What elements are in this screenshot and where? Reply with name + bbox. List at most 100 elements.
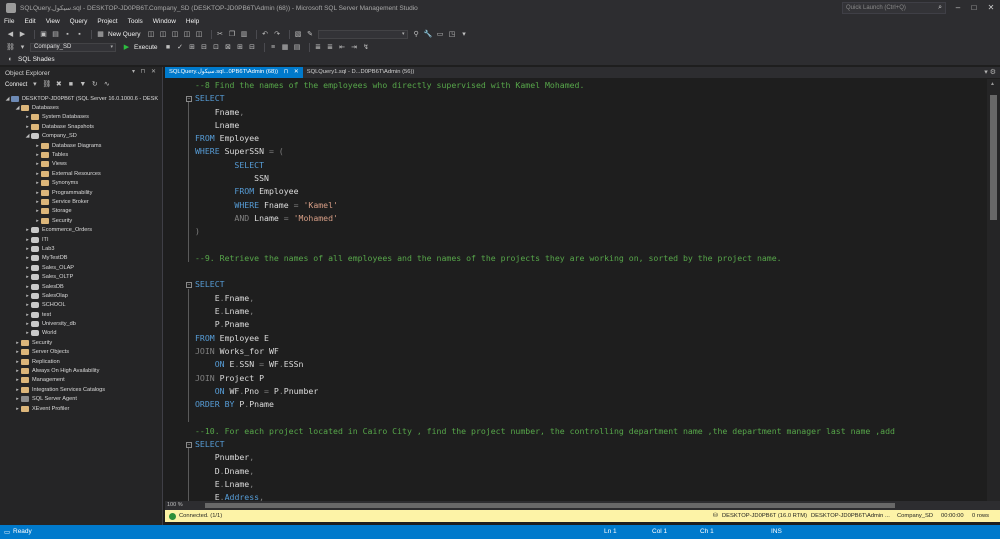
toolbox-icon[interactable]: ▭ — [436, 30, 445, 39]
object-explorer-icon[interactable]: ◳ — [448, 30, 457, 39]
tree-node[interactable]: ▸ System Databases — [0, 113, 162, 122]
code-line[interactable]: ORDER BY P.Pname — [195, 398, 985, 411]
expand-arrow-icon[interactable]: ▸ — [24, 321, 31, 327]
paste-icon[interactable]: ▥ — [240, 30, 249, 39]
properties-icon[interactable]: 🔧 — [424, 30, 433, 39]
tree-node[interactable]: ▸ Views — [0, 160, 162, 169]
collapse-arrow-icon[interactable]: ◢ — [24, 133, 31, 139]
tree-node[interactable]: ▸ XEvent Profiler — [0, 404, 162, 413]
code-line[interactable]: P.Pname — [195, 318, 985, 331]
tree-node[interactable]: ▸ Sales_OLAP — [0, 263, 162, 272]
stop-icon[interactable]: ■ — [66, 80, 75, 89]
expand-arrow-icon[interactable]: ▸ — [14, 368, 21, 374]
connect-icon[interactable]: ⛓ — [6, 43, 15, 52]
code-line[interactable] — [195, 411, 985, 424]
collapse-arrow-icon[interactable]: ◢ — [14, 105, 21, 111]
menu-query[interactable]: Query — [70, 18, 88, 25]
code-line[interactable]: SELECT — [195, 438, 985, 451]
expand-arrow-icon[interactable]: ▸ — [14, 340, 21, 346]
tree-node[interactable]: ▸ SalesOlap — [0, 291, 162, 300]
expand-arrow-icon[interactable]: ▸ — [34, 171, 41, 177]
tree-node[interactable]: ▸ Server Objects — [0, 348, 162, 357]
tree-node[interactable]: ▸ Sales_OLTP — [0, 272, 162, 281]
tree-node[interactable]: ▸ Replication — [0, 357, 162, 366]
menu-tools[interactable]: Tools — [128, 18, 143, 25]
results-to-grid-icon[interactable]: ▦ — [281, 43, 290, 52]
live-query-stats-icon[interactable]: ⊞ — [236, 43, 245, 52]
expand-arrow-icon[interactable]: ▸ — [24, 302, 31, 308]
code-line[interactable]: ) — [195, 225, 985, 238]
code-line[interactable]: E.Lname, — [195, 305, 985, 318]
expand-arrow-icon[interactable]: ▸ — [14, 387, 21, 393]
code-line[interactable]: E.Lname, — [195, 478, 985, 491]
close-button[interactable]: ✕ — [983, 2, 999, 14]
expand-arrow-icon[interactable]: ▸ — [24, 237, 31, 243]
expand-arrow-icon[interactable]: ▸ — [34, 218, 41, 224]
tree-node[interactable]: ▸ test — [0, 310, 162, 319]
zoom-level[interactable]: 100 % — [167, 502, 183, 508]
tree-node[interactable]: ▸ Lab3 — [0, 244, 162, 253]
editor-vertical-scrollbar[interactable]: ▲ — [987, 79, 1000, 501]
tree-node[interactable]: ▸ Database Diagrams — [0, 141, 162, 150]
include-actual-plan-icon[interactable]: ⊠ — [224, 43, 233, 52]
tree-node[interactable]: ▸ Storage — [0, 207, 162, 216]
expand-arrow-icon[interactable]: ▸ — [24, 255, 31, 261]
menu-window[interactable]: Window — [153, 18, 176, 25]
back-icon[interactable]: ◀ — [6, 30, 15, 39]
expand-arrow-icon[interactable]: ▸ — [14, 349, 21, 355]
expand-arrow-icon[interactable]: ▸ — [24, 124, 31, 130]
expand-arrow-icon[interactable]: ▸ — [34, 143, 41, 149]
code-line[interactable]: SELECT — [195, 92, 985, 105]
expand-arrow-icon[interactable]: ▸ — [24, 246, 31, 252]
code-line[interactable]: FROM Employee E — [195, 332, 985, 345]
uncomment-icon[interactable]: ≣ — [326, 43, 335, 52]
tree-node[interactable]: ◢ DESKTOP-JD0PB6T (SQL Server 16.0.1000.6… — [0, 94, 162, 103]
cut-icon[interactable]: ✂ — [216, 30, 225, 39]
results-to-text-icon[interactable]: ≡ — [269, 43, 278, 52]
solution-explorer-icon[interactable]: ✎ — [306, 30, 315, 39]
connect-object-explorer-icon[interactable]: ⛓ — [42, 80, 51, 89]
comment-out-icon[interactable]: ≣ — [314, 43, 323, 52]
expand-arrow-icon[interactable]: ▸ — [24, 284, 31, 290]
database-engine-query-icon[interactable]: ◫ — [147, 30, 156, 39]
expand-arrow-icon[interactable]: ▸ — [14, 377, 21, 383]
query-designer-icon[interactable]: ⊟ — [200, 43, 209, 52]
code-line[interactable]: WHERE SuperSSN = ( — [195, 145, 985, 158]
code-line[interactable]: SELECT — [195, 278, 985, 291]
expand-arrow-icon[interactable]: ▸ — [24, 114, 31, 120]
code-line[interactable]: Lname — [195, 119, 985, 132]
menu-help[interactable]: Help — [186, 18, 199, 25]
scroll-up-icon[interactable]: ▲ — [990, 81, 995, 87]
expand-arrow-icon[interactable]: ▸ — [34, 152, 41, 158]
parse-check-icon[interactable]: ✓ — [176, 43, 185, 52]
save-icon[interactable]: ▪ — [63, 30, 72, 39]
open-file-icon[interactable]: ▤ — [51, 30, 60, 39]
expand-arrow-icon[interactable]: ▸ — [34, 161, 41, 167]
undo-icon[interactable]: ↶ — [261, 30, 270, 39]
dax-query-icon[interactable]: ◫ — [195, 30, 204, 39]
expand-arrow-icon[interactable]: ▸ — [24, 274, 31, 280]
tree-node[interactable]: ▸ SalesDB — [0, 282, 162, 291]
code-area[interactable]: --8 Find the names of the employees who … — [195, 79, 985, 501]
expand-arrow-icon[interactable]: ▸ — [24, 312, 31, 318]
decrease-indent-icon[interactable]: ⇤ — [338, 43, 347, 52]
horizontal-scroll-thumb[interactable] — [205, 503, 895, 508]
chevron-down-icon[interactable]: ▾ — [30, 80, 39, 89]
tree-node[interactable]: ▸ Security — [0, 216, 162, 225]
menu-edit[interactable]: Edit — [24, 18, 35, 25]
analysis-dmx-query-icon[interactable]: ◫ — [171, 30, 180, 39]
quick-launch-input[interactable]: Quick Launch (Ctrl+Q) ⌕ — [842, 2, 946, 14]
display-estimated-plan-icon[interactable]: ⊞ — [188, 43, 197, 52]
scroll-thumb[interactable] — [990, 95, 997, 220]
tree-node[interactable]: ▸ External Resources — [0, 169, 162, 178]
tree-node[interactable]: ▸ Ecommerce_Orders — [0, 225, 162, 234]
pin-icon[interactable]: ▾ ⊓ ✕ — [132, 68, 158, 75]
results-to-file-icon[interactable]: ▤ — [293, 43, 302, 52]
new-query-icon[interactable]: ▦ — [96, 30, 105, 39]
change-connection-icon[interactable]: ▾ — [18, 43, 27, 52]
expand-arrow-icon[interactable]: ▸ — [24, 265, 31, 271]
expand-arrow-icon[interactable]: ▸ — [34, 199, 41, 205]
expand-arrow-icon[interactable]: ▸ — [14, 396, 21, 402]
collapse-region-icon[interactable]: − — [186, 95, 192, 102]
code-line[interactable]: SELECT — [195, 159, 985, 172]
